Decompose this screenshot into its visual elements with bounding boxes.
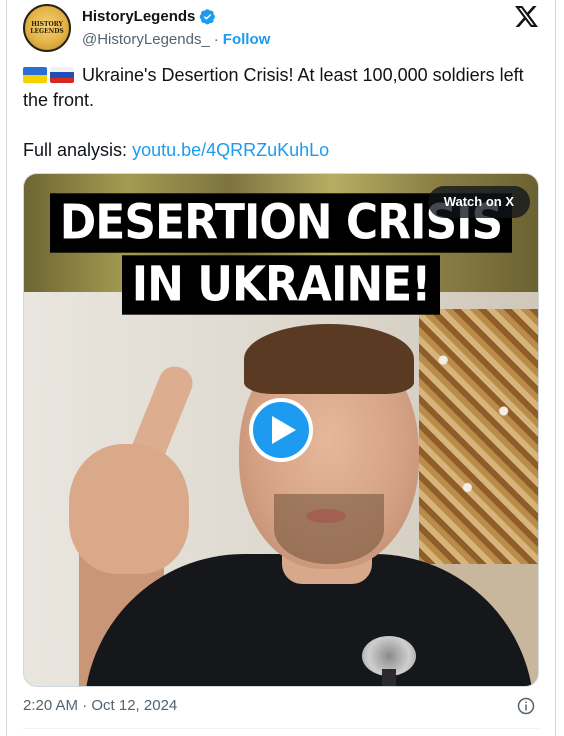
info-icon[interactable] bbox=[517, 697, 535, 715]
video-media[interactable]: DESERTION CRISIS IN UKRAINE! Watch on X bbox=[23, 173, 539, 687]
divider bbox=[23, 728, 539, 729]
tweet-text: Ukraine's Desertion Crisis! At least 100… bbox=[23, 63, 543, 163]
verified-badge-icon bbox=[200, 9, 216, 25]
author-handle[interactable]: @HistoryLegends_ bbox=[82, 31, 210, 48]
tweet-timestamp[interactable]: 2:20 AM · Oct 12, 2024 bbox=[23, 697, 177, 714]
headline-line-2: IN UKRAINE! bbox=[121, 255, 441, 315]
author-name-row: HistoryLegends bbox=[82, 8, 216, 25]
tweet-body: Ukraine's Desertion Crisis! At least 100… bbox=[23, 65, 524, 110]
person-beard bbox=[274, 494, 384, 564]
avatar-logo-text: HISTORY LEGENDS bbox=[30, 21, 64, 35]
x-logo-icon[interactable] bbox=[515, 6, 538, 27]
tweet-embed-card: HISTORY LEGENDS HistoryLegends @HistoryL… bbox=[6, 0, 556, 736]
person-hair bbox=[244, 324, 414, 394]
follow-button[interactable]: Follow bbox=[223, 31, 271, 48]
person-mouth bbox=[306, 509, 346, 523]
analysis-link[interactable]: youtu.be/4QRRZuKuhLo bbox=[132, 140, 329, 160]
tweet-main-line: Ukraine's Desertion Crisis! At least 100… bbox=[23, 63, 543, 113]
analysis-line: Full analysis: youtu.be/4QRRZuKuhLo bbox=[23, 138, 543, 163]
analysis-label: Full analysis: bbox=[23, 140, 128, 160]
ukraine-flag-icon bbox=[23, 67, 47, 83]
avatar[interactable]: HISTORY LEGENDS bbox=[23, 4, 71, 52]
person-hand bbox=[69, 444, 189, 574]
watch-on-x-button[interactable]: Watch on X bbox=[427, 186, 530, 218]
wall-art-panel bbox=[419, 309, 538, 564]
microphone-clip bbox=[382, 669, 396, 686]
russia-flag-icon bbox=[50, 67, 74, 83]
play-button[interactable] bbox=[249, 398, 313, 462]
play-icon bbox=[271, 416, 296, 444]
author-handle-row: @HistoryLegends_ · Follow bbox=[82, 31, 270, 48]
author-display-name[interactable]: HistoryLegends bbox=[82, 8, 195, 25]
separator-dot: · bbox=[213, 31, 219, 48]
